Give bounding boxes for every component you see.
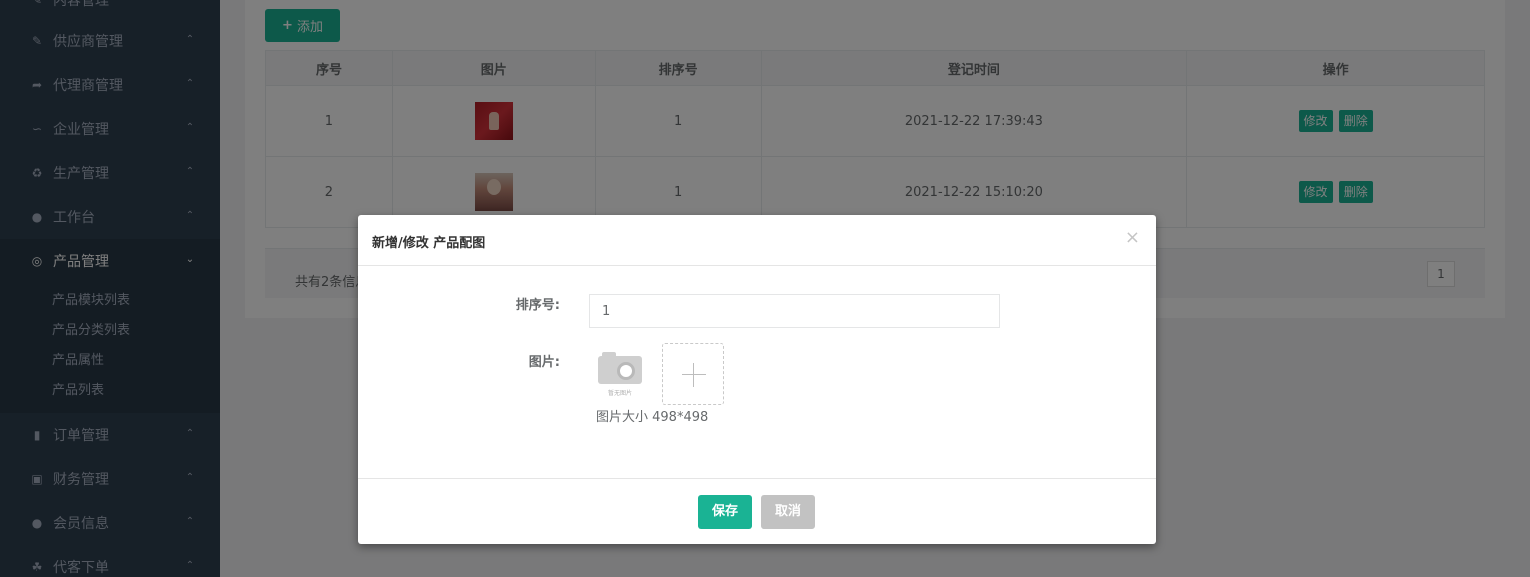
no-image-caption: 暂无图片 [607,390,632,397]
dialog-title: 新增/修改 产品配图 [372,236,486,251]
dialog-footer: 保存 取消 [358,478,1156,544]
image-label: 图片: [528,355,560,370]
save-button[interactable]: 保存 [698,495,752,529]
image-size-hint: 图片大小 498*498 [596,410,709,425]
edit-image-dialog: 新增/修改 产品配图 × 排序号: 图片: 暂无图片 图片大小 498*498 … [358,215,1156,544]
dialog-header: 新增/修改 产品配图 × [358,215,1156,266]
sort-label: 排序号: [515,298,560,313]
sort-input[interactable] [589,294,1000,328]
camera-icon: 暂无图片 [596,350,644,398]
close-icon[interactable]: × [1125,228,1140,248]
cancel-button[interactable]: 取消 [761,495,815,529]
upload-image-button[interactable] [662,343,724,405]
